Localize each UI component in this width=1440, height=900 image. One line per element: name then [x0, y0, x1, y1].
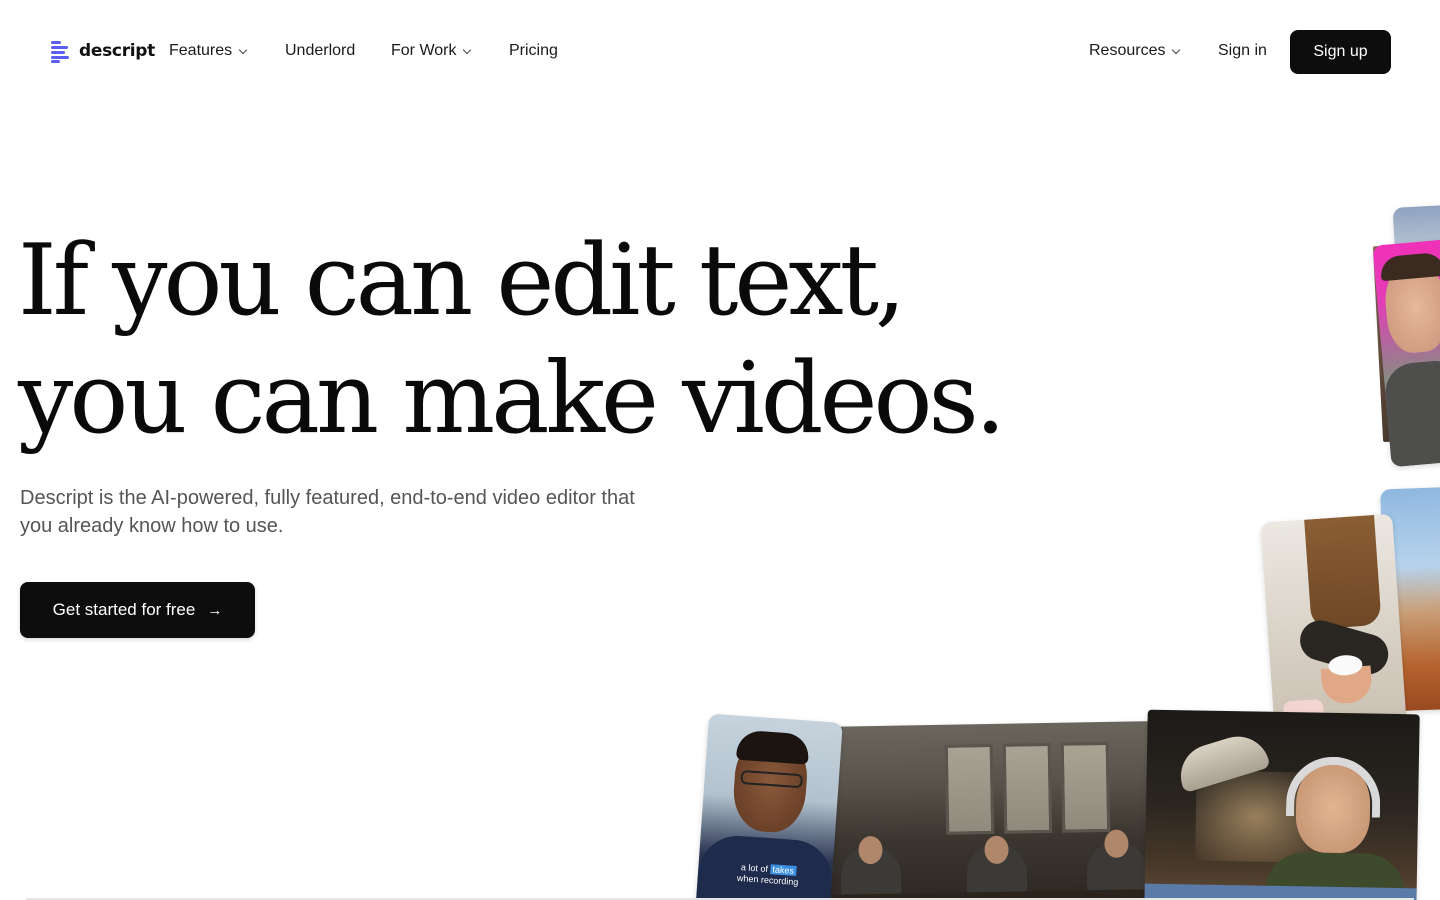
chevron-down-icon	[1172, 45, 1181, 54]
nav-resources-label: Resources	[1089, 42, 1166, 59]
headline-line-2: you can make videos.	[18, 342, 1006, 456]
caption-text: a lot of	[740, 862, 769, 875]
sign-in-label: Sign in	[1218, 42, 1267, 59]
media-tile-headphones	[1144, 709, 1420, 900]
chevron-down-icon	[238, 45, 248, 54]
caption-highlight: takes	[770, 864, 797, 876]
sign-up-button[interactable]: Sign up	[1290, 30, 1391, 74]
headline-line-1: If you can edit text,	[18, 224, 906, 338]
chevron-down-icon	[463, 45, 472, 54]
nav-pricing[interactable]: Pricing	[509, 40, 558, 62]
hero-subtitle: Descript is the AI-powered, fully featur…	[20, 487, 635, 537]
arrow-right-icon: →	[207, 601, 223, 619]
nav-features[interactable]: Features	[169, 40, 248, 62]
nav-for-work[interactable]: For Work	[391, 40, 472, 62]
brand-name: descript	[79, 41, 156, 61]
hero-headline: If you can edit text, you can make video…	[18, 222, 1006, 458]
nav-underlord[interactable]: Underlord	[285, 40, 355, 62]
nav-pricing-label: Pricing	[509, 42, 558, 59]
get-started-button[interactable]: Get started for free →	[20, 582, 255, 638]
nav-underlord-label: Underlord	[285, 42, 356, 59]
descript-logo[interactable]: descript	[51, 38, 155, 64]
sign-up-label: Sign up	[1313, 43, 1368, 60]
media-tile-podcast	[824, 721, 1154, 900]
sign-in-link[interactable]: Sign in	[1218, 40, 1267, 62]
nav-for-work-label: For Work	[391, 42, 457, 59]
nav-resources[interactable]: Resources	[1089, 40, 1181, 62]
get-started-label: Get started for free	[52, 600, 196, 619]
media-tile-talking-head: a lot of takes when recording	[695, 713, 843, 900]
descript-logo-icon	[51, 39, 71, 63]
top-navigation: descript Features Underlord For Work Pri…	[0, 0, 1440, 102]
nav-features-label: Features	[169, 42, 233, 59]
